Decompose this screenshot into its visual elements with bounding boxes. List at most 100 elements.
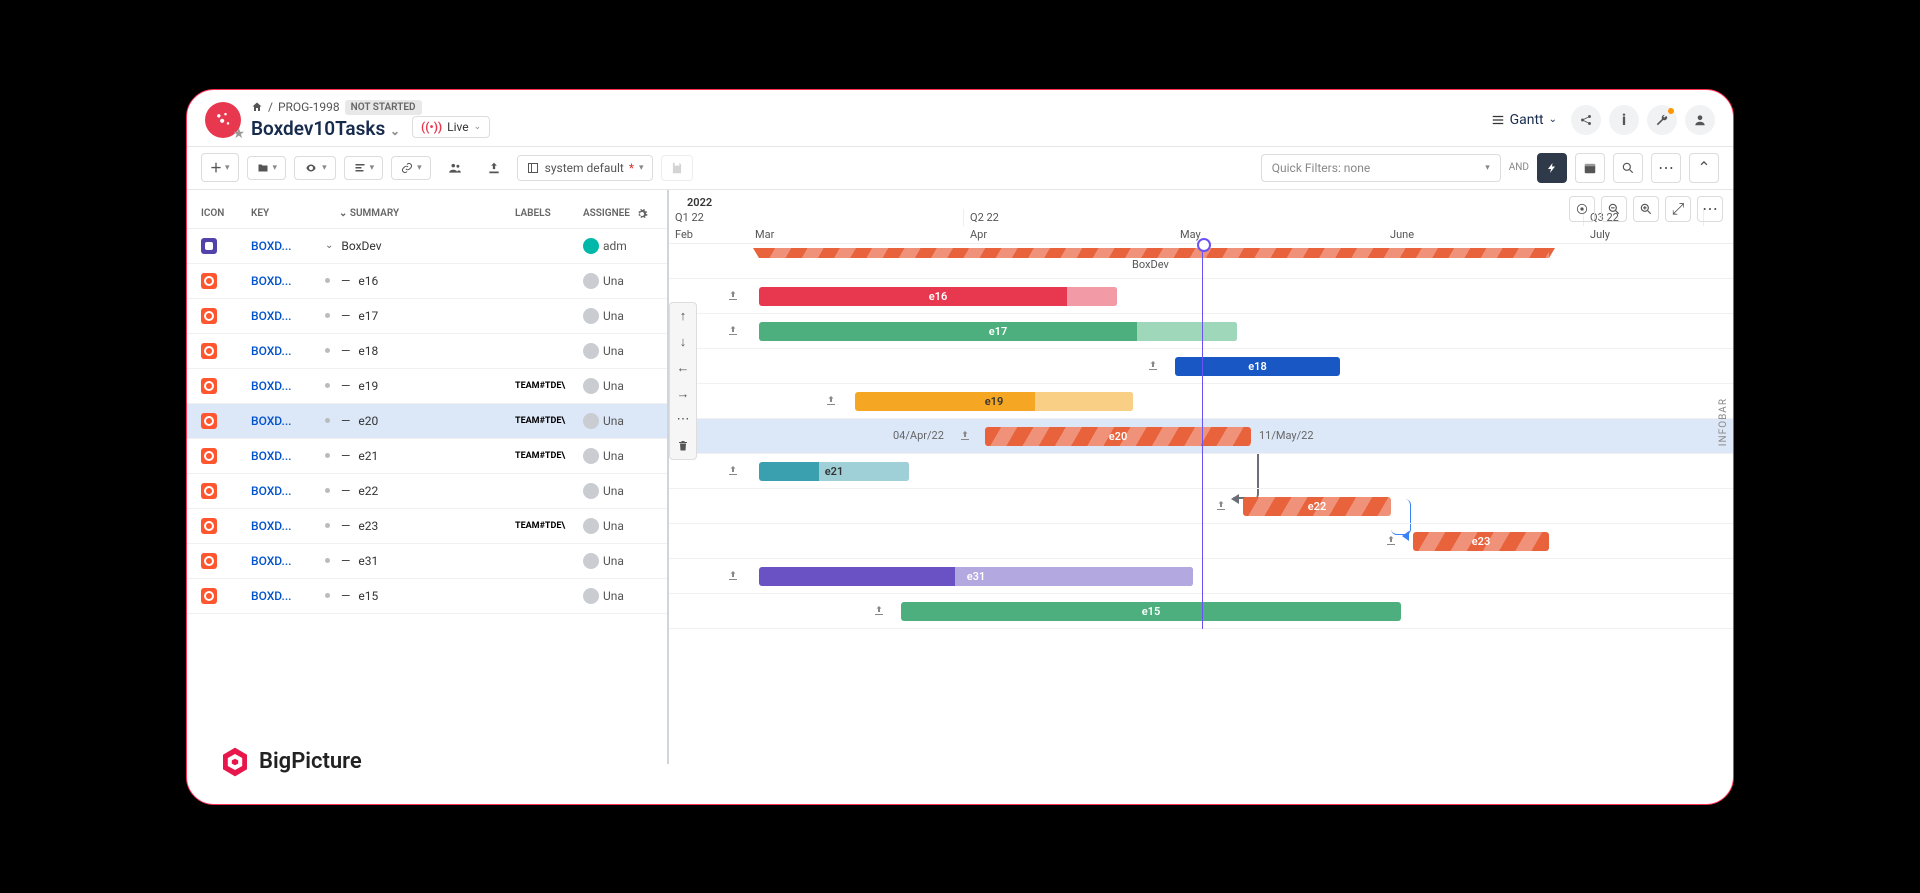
table-row[interactable]: BOXD... — e15 Una bbox=[187, 579, 667, 614]
info-icon[interactable]: i bbox=[1609, 105, 1639, 135]
user-icon[interactable] bbox=[1685, 105, 1715, 135]
gantt-bar[interactable]: e16 bbox=[759, 287, 1117, 306]
assignee-name: Una bbox=[603, 414, 624, 428]
shift-icon[interactable] bbox=[825, 394, 837, 406]
gantt-bar[interactable]: e22 bbox=[1243, 497, 1391, 516]
infobar-toggle[interactable]: INFOBAR bbox=[1714, 390, 1733, 454]
favorite-star-icon[interactable]: ★ bbox=[232, 126, 245, 142]
add-button[interactable]: ＋▾ bbox=[201, 153, 239, 182]
task-icon bbox=[201, 343, 217, 359]
gear-icon[interactable] bbox=[636, 208, 648, 220]
summary-text: e31 bbox=[358, 554, 378, 568]
table-row[interactable]: BOXD... — e31 Una bbox=[187, 544, 667, 579]
shift-icon[interactable] bbox=[1147, 359, 1159, 371]
gantt-bar[interactable]: e17 bbox=[759, 322, 1237, 341]
nav-right-icon[interactable]: → bbox=[670, 381, 696, 407]
nav-more-icon[interactable]: ⋯ bbox=[670, 407, 696, 433]
table-row[interactable]: BOXD... ⌄ BoxDev adm bbox=[187, 229, 667, 264]
table-row[interactable]: BOXD... — e22 Una bbox=[187, 474, 667, 509]
avatar bbox=[583, 518, 599, 534]
gantt-bar[interactable]: e15 bbox=[901, 602, 1401, 621]
nav-down-icon[interactable]: ↓ bbox=[670, 329, 696, 355]
save-button[interactable] bbox=[661, 155, 693, 181]
issue-key[interactable]: BOXD... bbox=[251, 554, 319, 568]
filter-operator[interactable]: AND bbox=[1509, 162, 1529, 173]
issue-key[interactable]: BOXD... bbox=[251, 519, 319, 533]
calendar-icon[interactable] bbox=[1575, 153, 1605, 183]
shift-icon[interactable] bbox=[727, 289, 739, 301]
shift-icon[interactable] bbox=[727, 569, 739, 581]
issue-key[interactable]: BOXD... bbox=[251, 309, 319, 323]
app-logo[interactable]: ★ bbox=[205, 102, 241, 138]
timeline-more-icon[interactable]: ⋯ bbox=[1697, 196, 1723, 222]
task-table: ICON KEY ⌄ SUMMARY LABELS ASSIGNEE BOXD.… bbox=[187, 190, 669, 764]
gantt-bar[interactable]: e23 bbox=[1413, 532, 1549, 551]
gantt-bar[interactable]: e31 bbox=[759, 567, 1193, 586]
collapse-up-icon[interactable]: ⌃ bbox=[1689, 153, 1719, 183]
team-button[interactable] bbox=[439, 156, 471, 180]
folder-button[interactable]: ▾ bbox=[247, 156, 287, 180]
summary-bar[interactable] bbox=[759, 248, 1549, 258]
issue-key[interactable]: BOXD... bbox=[251, 414, 319, 428]
gantt-bar[interactable]: e19 bbox=[855, 392, 1133, 411]
issue-key[interactable]: BOXD... bbox=[251, 239, 319, 253]
shift-icon[interactable] bbox=[873, 604, 885, 616]
live-toggle[interactable]: ((•))Live ⌄ bbox=[412, 116, 490, 138]
table-header: ICON KEY ⌄ SUMMARY LABELS ASSIGNEE bbox=[187, 190, 667, 229]
breadcrumb-program[interactable]: PROG-1998 bbox=[278, 100, 340, 114]
sort-icon[interactable]: ⌄ bbox=[339, 208, 347, 219]
gantt-row: e21 bbox=[669, 454, 1733, 489]
link-button[interactable]: ▾ bbox=[391, 156, 431, 180]
table-row[interactable]: BOXD... — e19 TEAM#TDE\ Una bbox=[187, 369, 667, 404]
zoom-out-icon[interactable] bbox=[1601, 196, 1627, 222]
issue-key[interactable]: BOXD... bbox=[251, 274, 319, 288]
table-row[interactable]: BOXD... — e16 Una bbox=[187, 264, 667, 299]
more-icon[interactable]: ⋯ bbox=[1651, 153, 1681, 183]
issue-key[interactable]: BOXD... bbox=[251, 449, 319, 463]
table-row[interactable]: BOXD... — e21 TEAM#TDE\ Una bbox=[187, 439, 667, 474]
issue-key[interactable]: BOXD... bbox=[251, 344, 319, 358]
wrench-icon[interactable] bbox=[1647, 105, 1677, 135]
layout-selector[interactable]: system default*▾ bbox=[517, 155, 653, 181]
shift-icon[interactable] bbox=[727, 324, 739, 336]
zoom-in-icon[interactable] bbox=[1633, 196, 1659, 222]
shift-icon[interactable] bbox=[959, 429, 971, 441]
table-row[interactable]: BOXD... — e20 TEAM#TDE\ Una bbox=[187, 404, 667, 439]
search-icon[interactable] bbox=[1613, 153, 1643, 183]
nav-up-icon[interactable]: ↑ bbox=[670, 303, 696, 329]
gantt-row: e15 bbox=[669, 594, 1733, 629]
issue-key[interactable]: BOXD... bbox=[251, 379, 319, 393]
task-icon bbox=[201, 273, 217, 289]
bolt-icon[interactable] bbox=[1537, 153, 1567, 183]
nav-left-icon[interactable]: ← bbox=[670, 355, 696, 381]
summary-text: e17 bbox=[358, 309, 378, 323]
share-icon[interactable] bbox=[1571, 105, 1601, 135]
home-icon[interactable] bbox=[251, 101, 263, 113]
assignee-name: adm bbox=[603, 239, 627, 253]
export-button[interactable] bbox=[479, 156, 509, 180]
table-row[interactable]: BOXD... — e23 TEAM#TDE\ Una bbox=[187, 509, 667, 544]
visibility-button[interactable]: ▾ bbox=[294, 156, 336, 180]
page-title[interactable]: Boxdev10Tasks ⌄ bbox=[251, 117, 400, 140]
gantt-bar[interactable]: e20 bbox=[985, 427, 1251, 446]
shift-icon[interactable] bbox=[1385, 534, 1397, 546]
shift-icon[interactable] bbox=[727, 464, 739, 476]
gantt-bar[interactable]: e18 bbox=[1175, 357, 1340, 376]
align-button[interactable]: ▾ bbox=[344, 156, 384, 180]
expand-icon[interactable]: ⤢ bbox=[1665, 196, 1691, 222]
gantt-bar[interactable]: e21 bbox=[759, 462, 909, 481]
issue-key[interactable]: BOXD... bbox=[251, 589, 319, 603]
view-mode-selector[interactable]: Gantt⌄ bbox=[1485, 108, 1563, 132]
avatar bbox=[583, 553, 599, 569]
table-row[interactable]: BOXD... — e18 Una bbox=[187, 334, 667, 369]
locate-icon[interactable] bbox=[1569, 196, 1595, 222]
table-row[interactable]: BOXD... — e17 Una bbox=[187, 299, 667, 334]
delete-icon[interactable] bbox=[670, 433, 696, 459]
quarter-cell: Q2 22 bbox=[964, 209, 1584, 226]
row-navigator: ↑ ↓ ← → ⋯ bbox=[669, 302, 697, 460]
avatar bbox=[583, 238, 599, 254]
quick-filters[interactable]: Quick Filters: none▾ bbox=[1261, 154, 1501, 182]
expand-icon[interactable]: ⌄ bbox=[325, 240, 333, 251]
shift-icon[interactable] bbox=[1215, 499, 1227, 511]
issue-key[interactable]: BOXD... bbox=[251, 484, 319, 498]
